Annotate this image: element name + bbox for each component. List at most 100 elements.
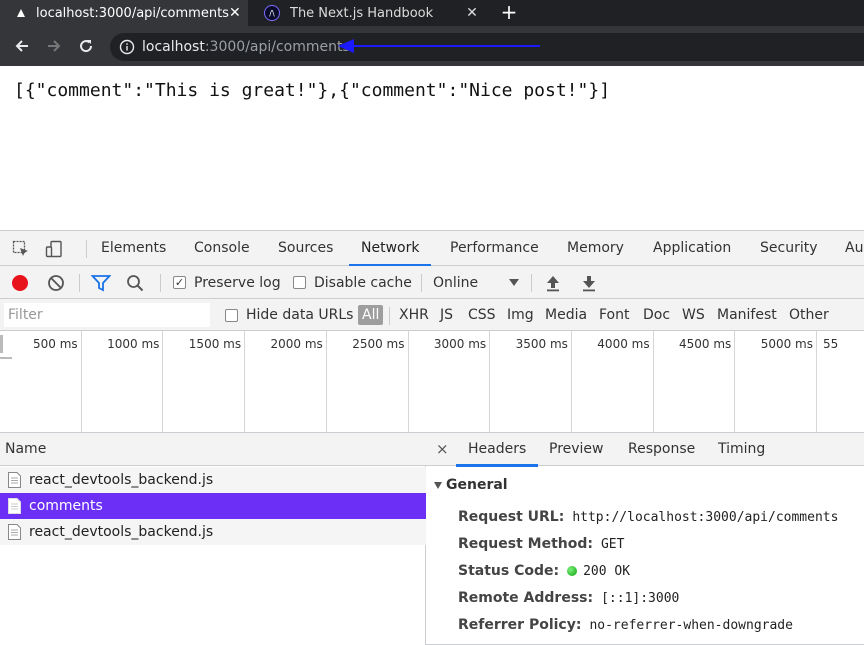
tab-sources[interactable]: Sources	[278, 231, 333, 266]
header-row-request-method: Request Method: GET	[458, 536, 624, 552]
table-row[interactable]: comments	[0, 493, 426, 519]
devtools-tab-bar: Elements Console Sources Network Perform…	[0, 231, 864, 267]
tab-memory[interactable]: Memory	[567, 231, 624, 266]
inspect-element-icon[interactable]	[11, 239, 31, 259]
tab-elements[interactable]: Elements	[101, 231, 166, 266]
tab-response[interactable]: Response	[628, 433, 695, 466]
request-name: react_devtools_backend.js	[29, 524, 214, 540]
hide-data-urls-label: Hide data URLs	[246, 307, 354, 323]
header-value: http://localhost:3000/api/comments	[572, 509, 839, 525]
header-value: [::1]:3000	[601, 590, 680, 606]
nextjs-favicon-icon: /\	[264, 5, 280, 21]
filter-bar: Hide data URLs All XHR JS CSS Img Media …	[0, 299, 864, 331]
new-tab-plus-icon[interactable]: +	[498, 0, 520, 26]
section-title: General	[446, 477, 508, 493]
url-path: :3000/api/comments	[204, 39, 350, 55]
disable-cache-checkbox[interactable]: Disable cache	[293, 266, 412, 299]
triangle-favicon-icon	[16, 5, 26, 21]
filter-input[interactable]	[4, 303, 210, 327]
record-button[interactable]	[11, 266, 29, 299]
filter-type-img[interactable]: Img	[507, 299, 534, 331]
toolbar-divider	[389, 307, 390, 325]
browser-tab-nextjs-handbook[interactable]: /\ The Next.js Handbook ✕	[248, 0, 490, 26]
network-timeline-overview[interactable]: 500 ms 1000 ms 1500 ms 2000 ms 2500 ms 3000 m…	[0, 331, 864, 433]
info-icon[interactable]	[118, 38, 136, 56]
header-row-referrer-policy: Referrer Policy: no-referrer-when-downgr…	[458, 617, 793, 633]
header-value: 200 OK	[583, 563, 631, 579]
tab-headers[interactable]: Headers	[455, 433, 539, 467]
timeline-tick-label: 55	[823, 337, 839, 351]
reload-icon[interactable]	[76, 36, 96, 56]
throttling-select[interactable]: Online	[433, 266, 519, 299]
header-row-status-code: Status Code: 200 OK	[458, 563, 630, 579]
tab-preview[interactable]: Preview	[549, 433, 604, 466]
tab-application[interactable]: Application	[653, 231, 731, 266]
annotation-arrow-icon	[338, 39, 540, 53]
table-row[interactable]: react_devtools_backend.js	[0, 467, 426, 493]
filter-type-font[interactable]: Font	[599, 299, 629, 331]
address-url[interactable]: localhost:3000/api/comments	[142, 39, 350, 55]
expand-triangle-icon	[434, 481, 442, 489]
header-row-remote-address: Remote Address: [::1]:3000	[458, 590, 679, 606]
request-name: comments	[29, 498, 103, 514]
filter-type-doc[interactable]: Doc	[643, 299, 670, 331]
requests-table: Name react_devtools_backend.js comments …	[0, 433, 426, 645]
document-file-icon	[8, 472, 21, 488]
checkbox-checked-icon[interactable]: ✓	[173, 276, 186, 289]
import-har-upload-icon[interactable]	[545, 266, 561, 299]
clear-icon[interactable]	[47, 266, 65, 299]
tab-network[interactable]: Network	[348, 231, 433, 267]
browser-tab-api-comments[interactable]: localhost:3000/api/comments ✕	[0, 0, 248, 26]
toolbar-divider	[86, 240, 87, 258]
close-tab-icon[interactable]: ✕	[229, 5, 241, 21]
search-icon[interactable]	[126, 266, 144, 299]
filter-type-xhr[interactable]: XHR	[399, 299, 429, 331]
details-tab-bar: × Headers Preview Response Timing	[426, 433, 864, 467]
forward-arrow-icon[interactable]	[44, 36, 64, 56]
disable-cache-label: Disable cache	[314, 274, 412, 291]
device-toolbar-icon[interactable]	[44, 239, 64, 259]
filter-funnel-icon[interactable]	[91, 266, 111, 299]
filter-type-ws[interactable]: WS	[682, 299, 705, 331]
browser-tab-title: localhost:3000/api/comments	[36, 5, 229, 21]
header-key: Remote Address:	[458, 590, 594, 606]
request-name: react_devtools_backend.js	[29, 472, 214, 488]
tab-audits[interactable]: Au	[845, 231, 863, 266]
url-host: localhost	[142, 39, 205, 55]
header-key: Request Method:	[458, 536, 593, 552]
svg-text:/\: /\	[269, 9, 275, 18]
hide-data-urls-checkbox[interactable]: Hide data URLs	[225, 299, 353, 331]
filter-type-media[interactable]: Media	[545, 299, 587, 331]
header-value: no-referrer-when-downgrade	[589, 617, 793, 633]
general-section-toggle[interactable]: General	[434, 477, 508, 493]
throttling-value: Online	[433, 274, 479, 291]
preserve-log-checkbox[interactable]: ✓ Preserve log	[173, 266, 281, 299]
document-file-icon	[8, 498, 21, 514]
network-toolbar: ✓ Preserve log Disable cache Online	[0, 266, 864, 299]
devtools-panel: Elements Console Sources Network Perform…	[0, 230, 864, 645]
tab-timing[interactable]: Timing	[718, 433, 765, 466]
checkbox-unchecked-icon[interactable]	[293, 276, 306, 289]
filter-type-css[interactable]: CSS	[468, 299, 496, 331]
filter-type-js[interactable]: JS	[440, 299, 453, 331]
close-tab-icon[interactable]: ✕	[464, 5, 480, 21]
filter-type-other[interactable]: Other	[789, 299, 829, 331]
tab-security[interactable]: Security	[760, 231, 818, 266]
timeline-gridline	[0, 331, 864, 432]
tab-console[interactable]: Console	[194, 231, 250, 266]
header-key: Request URL:	[458, 509, 565, 525]
request-details-panel: × Headers Preview Response Timing Genera…	[426, 433, 864, 645]
filter-type-all[interactable]: All	[358, 305, 384, 325]
header-row-request-url: Request URL: http://localhost:3000/api/c…	[458, 509, 838, 525]
filter-type-manifest[interactable]: Manifest	[717, 299, 777, 331]
column-header-name[interactable]: Name	[0, 433, 426, 466]
checkbox-unchecked-icon[interactable]	[225, 308, 238, 322]
tab-performance[interactable]: Performance	[450, 231, 539, 266]
table-row[interactable]: react_devtools_backend.js	[0, 519, 426, 545]
toolbar-divider	[421, 274, 422, 292]
header-value: GET	[600, 536, 625, 552]
export-har-download-icon[interactable]	[581, 266, 597, 299]
status-ok-dot-icon	[567, 566, 578, 576]
close-details-icon[interactable]: ×	[436, 433, 449, 466]
back-arrow-icon[interactable]	[12, 36, 32, 56]
